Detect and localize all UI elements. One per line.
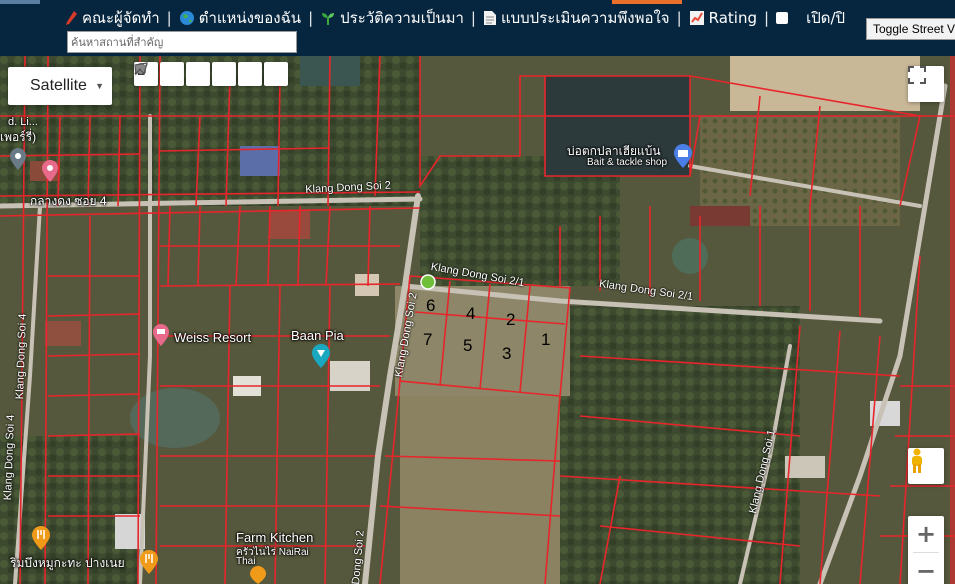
place-label-baan-pia[interactable]: Baan Pia: [291, 328, 344, 343]
menu-separator: |: [676, 9, 682, 27]
bare-field: [400, 396, 560, 584]
pond: [130, 388, 220, 448]
plot-number: 3: [502, 344, 512, 363]
satellite-map[interactable]: Satellite ▼ + − Weiss Resort Baan Pia บ่…: [0, 56, 955, 584]
marker-tool-button[interactable]: [137, 62, 184, 86]
fullscreen-button[interactable]: [908, 66, 944, 102]
pegman-icon: [912, 448, 922, 473]
polygon-tool-button[interactable]: [134, 62, 288, 86]
top-navigation-bar: คณะผู้จัดทำ | ตำแหน่งของฉัน | ประวัติควา…: [0, 0, 955, 56]
menu-separator: |: [764, 9, 770, 27]
top-strip: [0, 0, 40, 4]
menu-item-my-location-label: ตำแหน่งของฉัน: [198, 9, 302, 27]
plot-number: 7: [423, 330, 433, 349]
rectangle-tool-button[interactable]: [136, 62, 236, 86]
resort-pin-icon[interactable]: [312, 344, 330, 368]
building: [240, 146, 280, 176]
menu-item-toggle[interactable]: เปิด/ปิ: [776, 6, 845, 30]
drawing-toolbar: [134, 62, 288, 86]
globe-icon: [179, 11, 194, 25]
polygon-icon: [134, 62, 148, 76]
plot-number: 4: [466, 304, 476, 323]
circle-tool-button[interactable]: [136, 62, 262, 86]
menu-separator: |: [308, 9, 314, 27]
menu-item-creators[interactable]: คณะผู้จัดทำ: [64, 6, 160, 30]
building: [45, 321, 81, 346]
zoom-out-button[interactable]: −: [908, 553, 944, 584]
zoom-in-button[interactable]: +: [908, 516, 944, 552]
menu-item-history[interactable]: ประวัติความเป็นมา: [320, 6, 464, 30]
parcel-edge: [950, 56, 955, 584]
pond: [672, 238, 708, 274]
building: [690, 206, 750, 226]
toggle-street-view-button[interactable]: Toggle Street V: [866, 18, 955, 40]
place-label-bait-shop[interactable]: Bait & tackle shop: [587, 157, 667, 168]
main-menu: คณะผู้จัดทำ | ตำแหน่งของฉัน | ประวัติควา…: [64, 6, 845, 30]
place-pin-icon[interactable]: [10, 148, 26, 170]
hotel-pin-icon[interactable]: [153, 324, 169, 346]
map-imagery: [0, 56, 955, 584]
restaurant-pin-icon[interactable]: [32, 526, 50, 550]
map-type-label: Satellite: [30, 77, 87, 94]
shop-pin-icon[interactable]: [674, 144, 692, 168]
sprout-icon: [322, 13, 335, 25]
chevron-down-icon: ▼: [95, 81, 104, 91]
plot-number: 5: [463, 336, 473, 355]
checkbox-icon[interactable]: [776, 12, 789, 24]
menu-item-history-label: ประวัติความเป็นมา: [340, 9, 464, 27]
plot-number: 2: [506, 310, 516, 329]
zoom-control: + −: [908, 516, 944, 584]
place-label-weiss-resort[interactable]: Weiss Resort: [174, 330, 251, 345]
menu-item-survey-label: แบบประเมินความพึงพอใจ: [500, 9, 670, 27]
place-label-farm-kitchen-sub[interactable]: Thai: [236, 556, 255, 567]
bare-land: [730, 56, 920, 111]
building: [785, 456, 825, 478]
menu-separator: |: [166, 9, 172, 27]
place-label-farm-kitchen[interactable]: Farm Kitchen: [236, 530, 313, 545]
menu-item-rating-label: Rating: [708, 9, 758, 27]
chart-icon: [689, 11, 704, 25]
restaurant-pin-icon[interactable]: [140, 550, 158, 574]
place-label-klangdong-soi4[interactable]: กลางดง ซอย 4: [30, 192, 107, 211]
menu-item-toggle-label: เปิด/ปิ: [806, 9, 846, 27]
menu-item-my-location[interactable]: ตำแหน่งของฉัน: [179, 6, 301, 30]
place-label-rimbueng[interactable]: ริมบึงหมูกะทะ ปางเนย: [10, 554, 125, 573]
menu-item-rating[interactable]: Rating: [689, 9, 757, 27]
plot-number: 1: [541, 330, 551, 349]
document-icon: [483, 11, 496, 25]
landmark-search-input[interactable]: [67, 31, 297, 53]
location-dot-icon[interactable]: [420, 274, 436, 290]
menu-separator: |: [470, 9, 476, 27]
plot-number: 6: [426, 296, 436, 315]
place-label-edge-top[interactable]: d. Li...: [8, 116, 38, 128]
menu-item-survey[interactable]: แบบประเมินความพึงพอใจ: [483, 6, 670, 30]
pen-icon: [66, 11, 77, 25]
restaurant-pin-icon[interactable]: [250, 566, 266, 584]
building: [270, 211, 310, 239]
map-type-dropdown[interactable]: Satellite ▼: [8, 67, 112, 105]
top-strip-accent: [612, 0, 682, 4]
street-view-pegman[interactable]: [908, 448, 944, 484]
menu-item-creators-label: คณะผู้จัดทำ: [82, 9, 160, 27]
place-pin-icon[interactable]: [42, 160, 58, 182]
place-label-edge[interactable]: เพอร์รี่): [0, 128, 36, 147]
fullscreen-icon: [908, 66, 926, 84]
polyline-tool-button[interactable]: [134, 62, 210, 86]
